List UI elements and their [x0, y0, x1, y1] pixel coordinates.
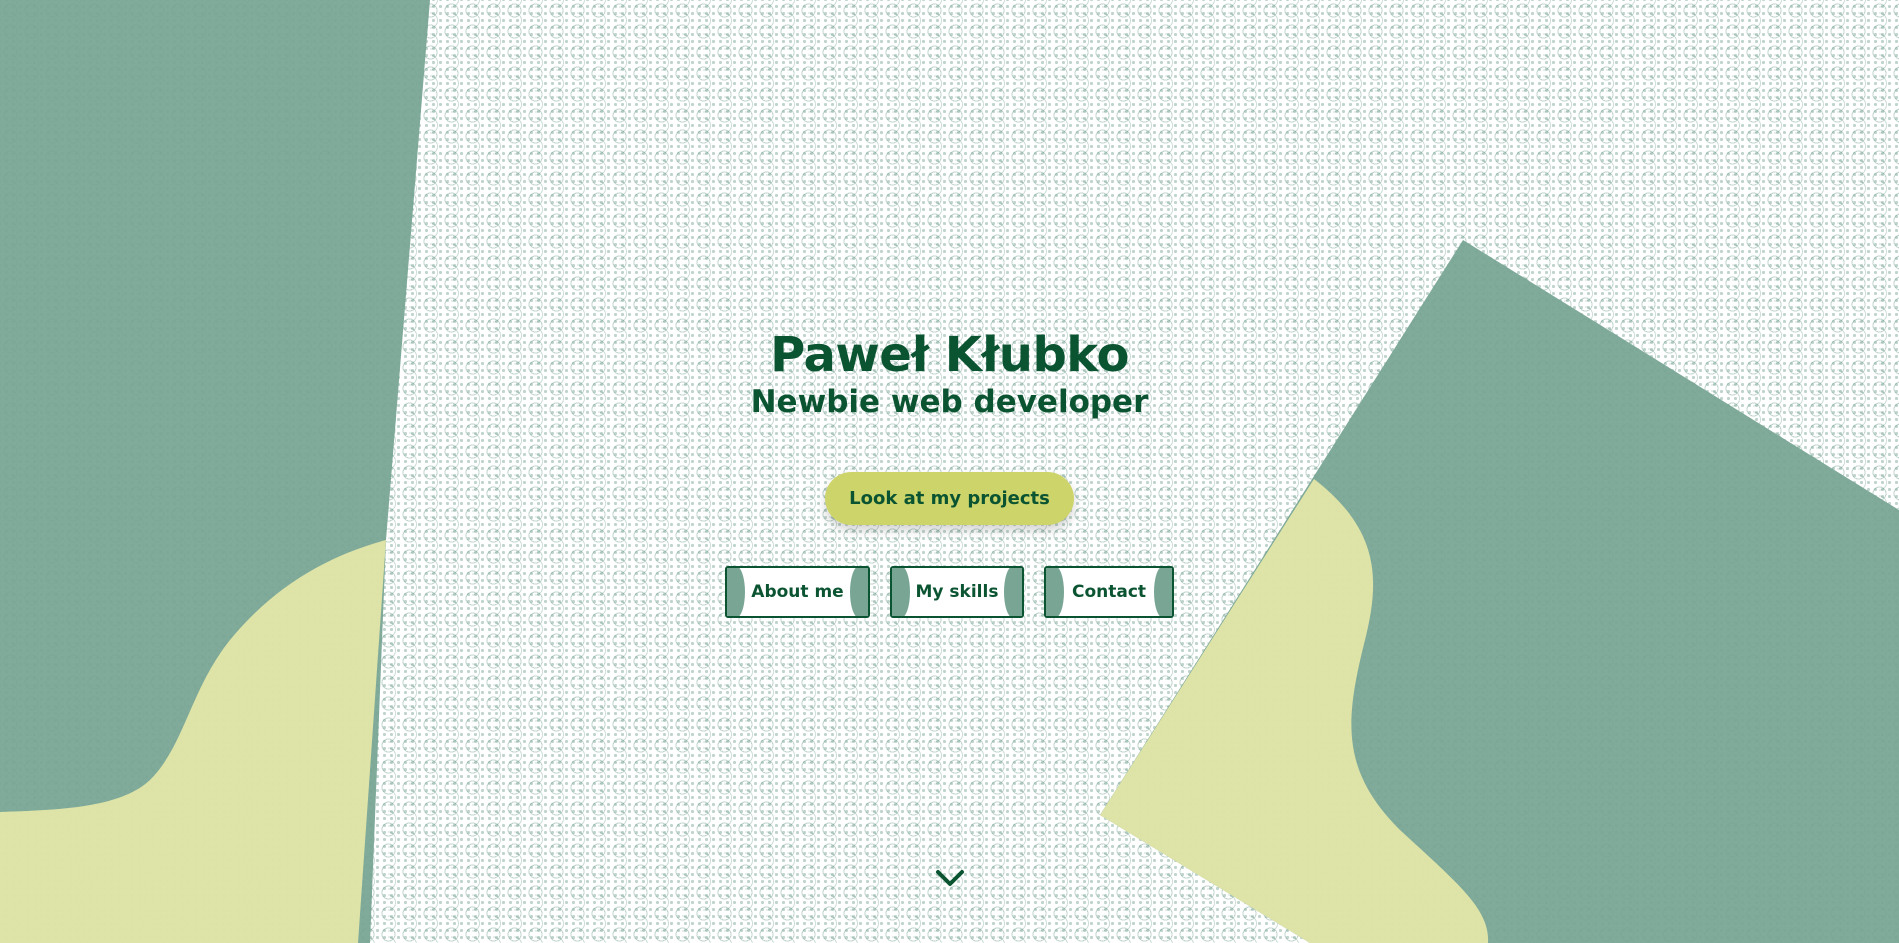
page-subtitle: Newbie web developer — [750, 384, 1149, 420]
page-title: Paweł Kłubko — [770, 327, 1129, 383]
button-cap-left — [892, 568, 910, 616]
button-cap-right — [1004, 568, 1022, 616]
my-skills-button[interactable]: My skills — [890, 566, 1024, 618]
projects-button[interactable]: Look at my projects — [825, 472, 1074, 525]
hero-section: Paweł Kłubko Newbie web developer Look a… — [0, 0, 1899, 943]
about-me-label: About me — [751, 582, 844, 602]
button-cap-right — [1154, 568, 1172, 616]
chevron-down-icon[interactable] — [934, 866, 966, 890]
about-me-button[interactable]: About me — [725, 566, 870, 618]
my-skills-label: My skills — [915, 582, 999, 602]
contact-label: Contact — [1071, 582, 1147, 602]
button-cap-left — [1046, 568, 1064, 616]
button-cap-right — [850, 568, 868, 616]
contact-button[interactable]: Contact — [1044, 566, 1174, 618]
button-cap-left — [727, 568, 745, 616]
